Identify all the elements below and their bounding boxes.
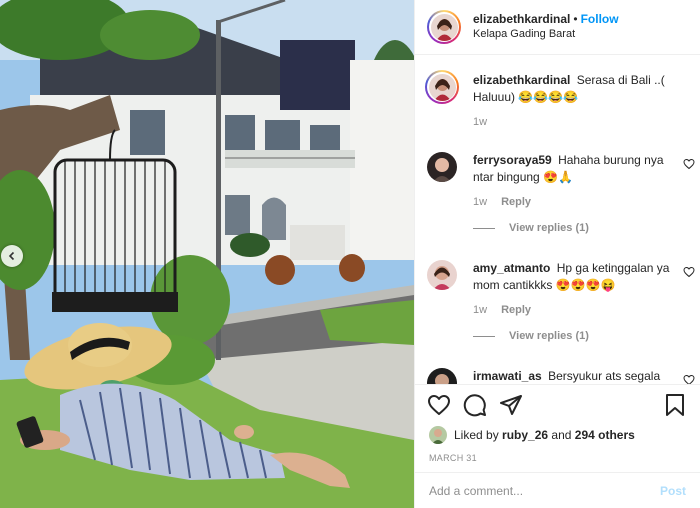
post-photo[interactable] xyxy=(0,0,414,508)
comment-avatar[interactable] xyxy=(427,152,457,182)
reply-button[interactable]: Reply xyxy=(501,196,531,208)
reply-button[interactable]: Reply xyxy=(501,304,531,316)
likes-middle: and xyxy=(551,428,572,442)
liker-avatar[interactable] xyxy=(429,426,447,444)
view-replies-button[interactable]: View replies (1) xyxy=(473,222,687,234)
separator-dot: • xyxy=(573,12,578,26)
previous-photo-button[interactable] xyxy=(1,245,23,267)
post-side-panel: elizabethkardinal • Follow Kelapa Gading B… xyxy=(414,0,700,508)
divider xyxy=(473,227,495,229)
comment-avatar[interactable] xyxy=(427,368,457,384)
story-ring[interactable] xyxy=(427,10,461,44)
post-location[interactable]: Kelapa Gading Barat xyxy=(473,27,619,42)
list-item: ferrysoraya59 Hahaha burung nya ntar bin… xyxy=(427,152,695,234)
avatar[interactable] xyxy=(430,13,458,41)
comment-text: Bersyukur ats segala xyxy=(548,369,661,383)
bookmark-icon[interactable] xyxy=(663,393,687,417)
liker-username[interactable]: ruby_26 xyxy=(502,428,548,442)
divider xyxy=(473,335,495,337)
list-item: irmawati_as Bersyukur ats segala xyxy=(427,368,695,384)
comments-list[interactable]: elizabethkardinal Serasa di Bali ..( Hal… xyxy=(415,56,700,384)
comment-username[interactable]: irmawati_as xyxy=(473,369,542,383)
comment-username[interactable]: amy_atmanto xyxy=(473,261,550,275)
comment-icon[interactable] xyxy=(463,393,487,417)
share-icon[interactable] xyxy=(499,393,523,417)
view-replies-label: View replies (1) xyxy=(509,222,589,234)
caption: elizabethkardinal Serasa di Bali ..( Hal… xyxy=(425,70,687,128)
post-actions: Liked by ruby_26 and 294 others MARCH 31 xyxy=(415,384,700,472)
caption-time[interactable]: 1w xyxy=(473,116,487,128)
list-item: amy_atmanto Hp ga ketinggalan ya mom can… xyxy=(427,260,695,342)
likes-count[interactable]: 294 others xyxy=(575,428,635,442)
chevron-left-icon xyxy=(8,251,15,261)
comment-avatar[interactable] xyxy=(427,260,457,290)
like-comment-heart-icon[interactable] xyxy=(683,374,695,384)
comment-time[interactable]: 1w xyxy=(473,304,487,316)
like-comment-heart-icon[interactable] xyxy=(683,158,695,170)
view-replies-label: View replies (1) xyxy=(509,330,589,342)
comment-time[interactable]: 1w xyxy=(473,196,487,208)
likes-summary: Liked by ruby_26 and 294 others xyxy=(429,426,635,444)
post-date[interactable]: MARCH 31 xyxy=(429,453,477,463)
photo-image xyxy=(0,0,414,508)
view-replies-button[interactable]: View replies (1) xyxy=(473,330,687,342)
heart-icon[interactable] xyxy=(427,393,451,417)
add-comment-bar: Post xyxy=(415,472,700,508)
like-comment-heart-icon[interactable] xyxy=(683,266,695,278)
likes-prefix: Liked by xyxy=(454,428,499,442)
comment-username[interactable]: ferrysoraya59 xyxy=(473,153,552,167)
comment-input[interactable] xyxy=(429,483,660,498)
caption-username[interactable]: elizabethkardinal xyxy=(473,73,570,87)
follow-button[interactable]: Follow xyxy=(581,12,619,26)
post-username[interactable]: elizabethkardinal xyxy=(473,12,570,26)
post-header: elizabethkardinal • Follow Kelapa Gading B… xyxy=(415,0,700,55)
post-button[interactable]: Post xyxy=(660,484,686,498)
caption-avatar[interactable] xyxy=(425,70,459,104)
